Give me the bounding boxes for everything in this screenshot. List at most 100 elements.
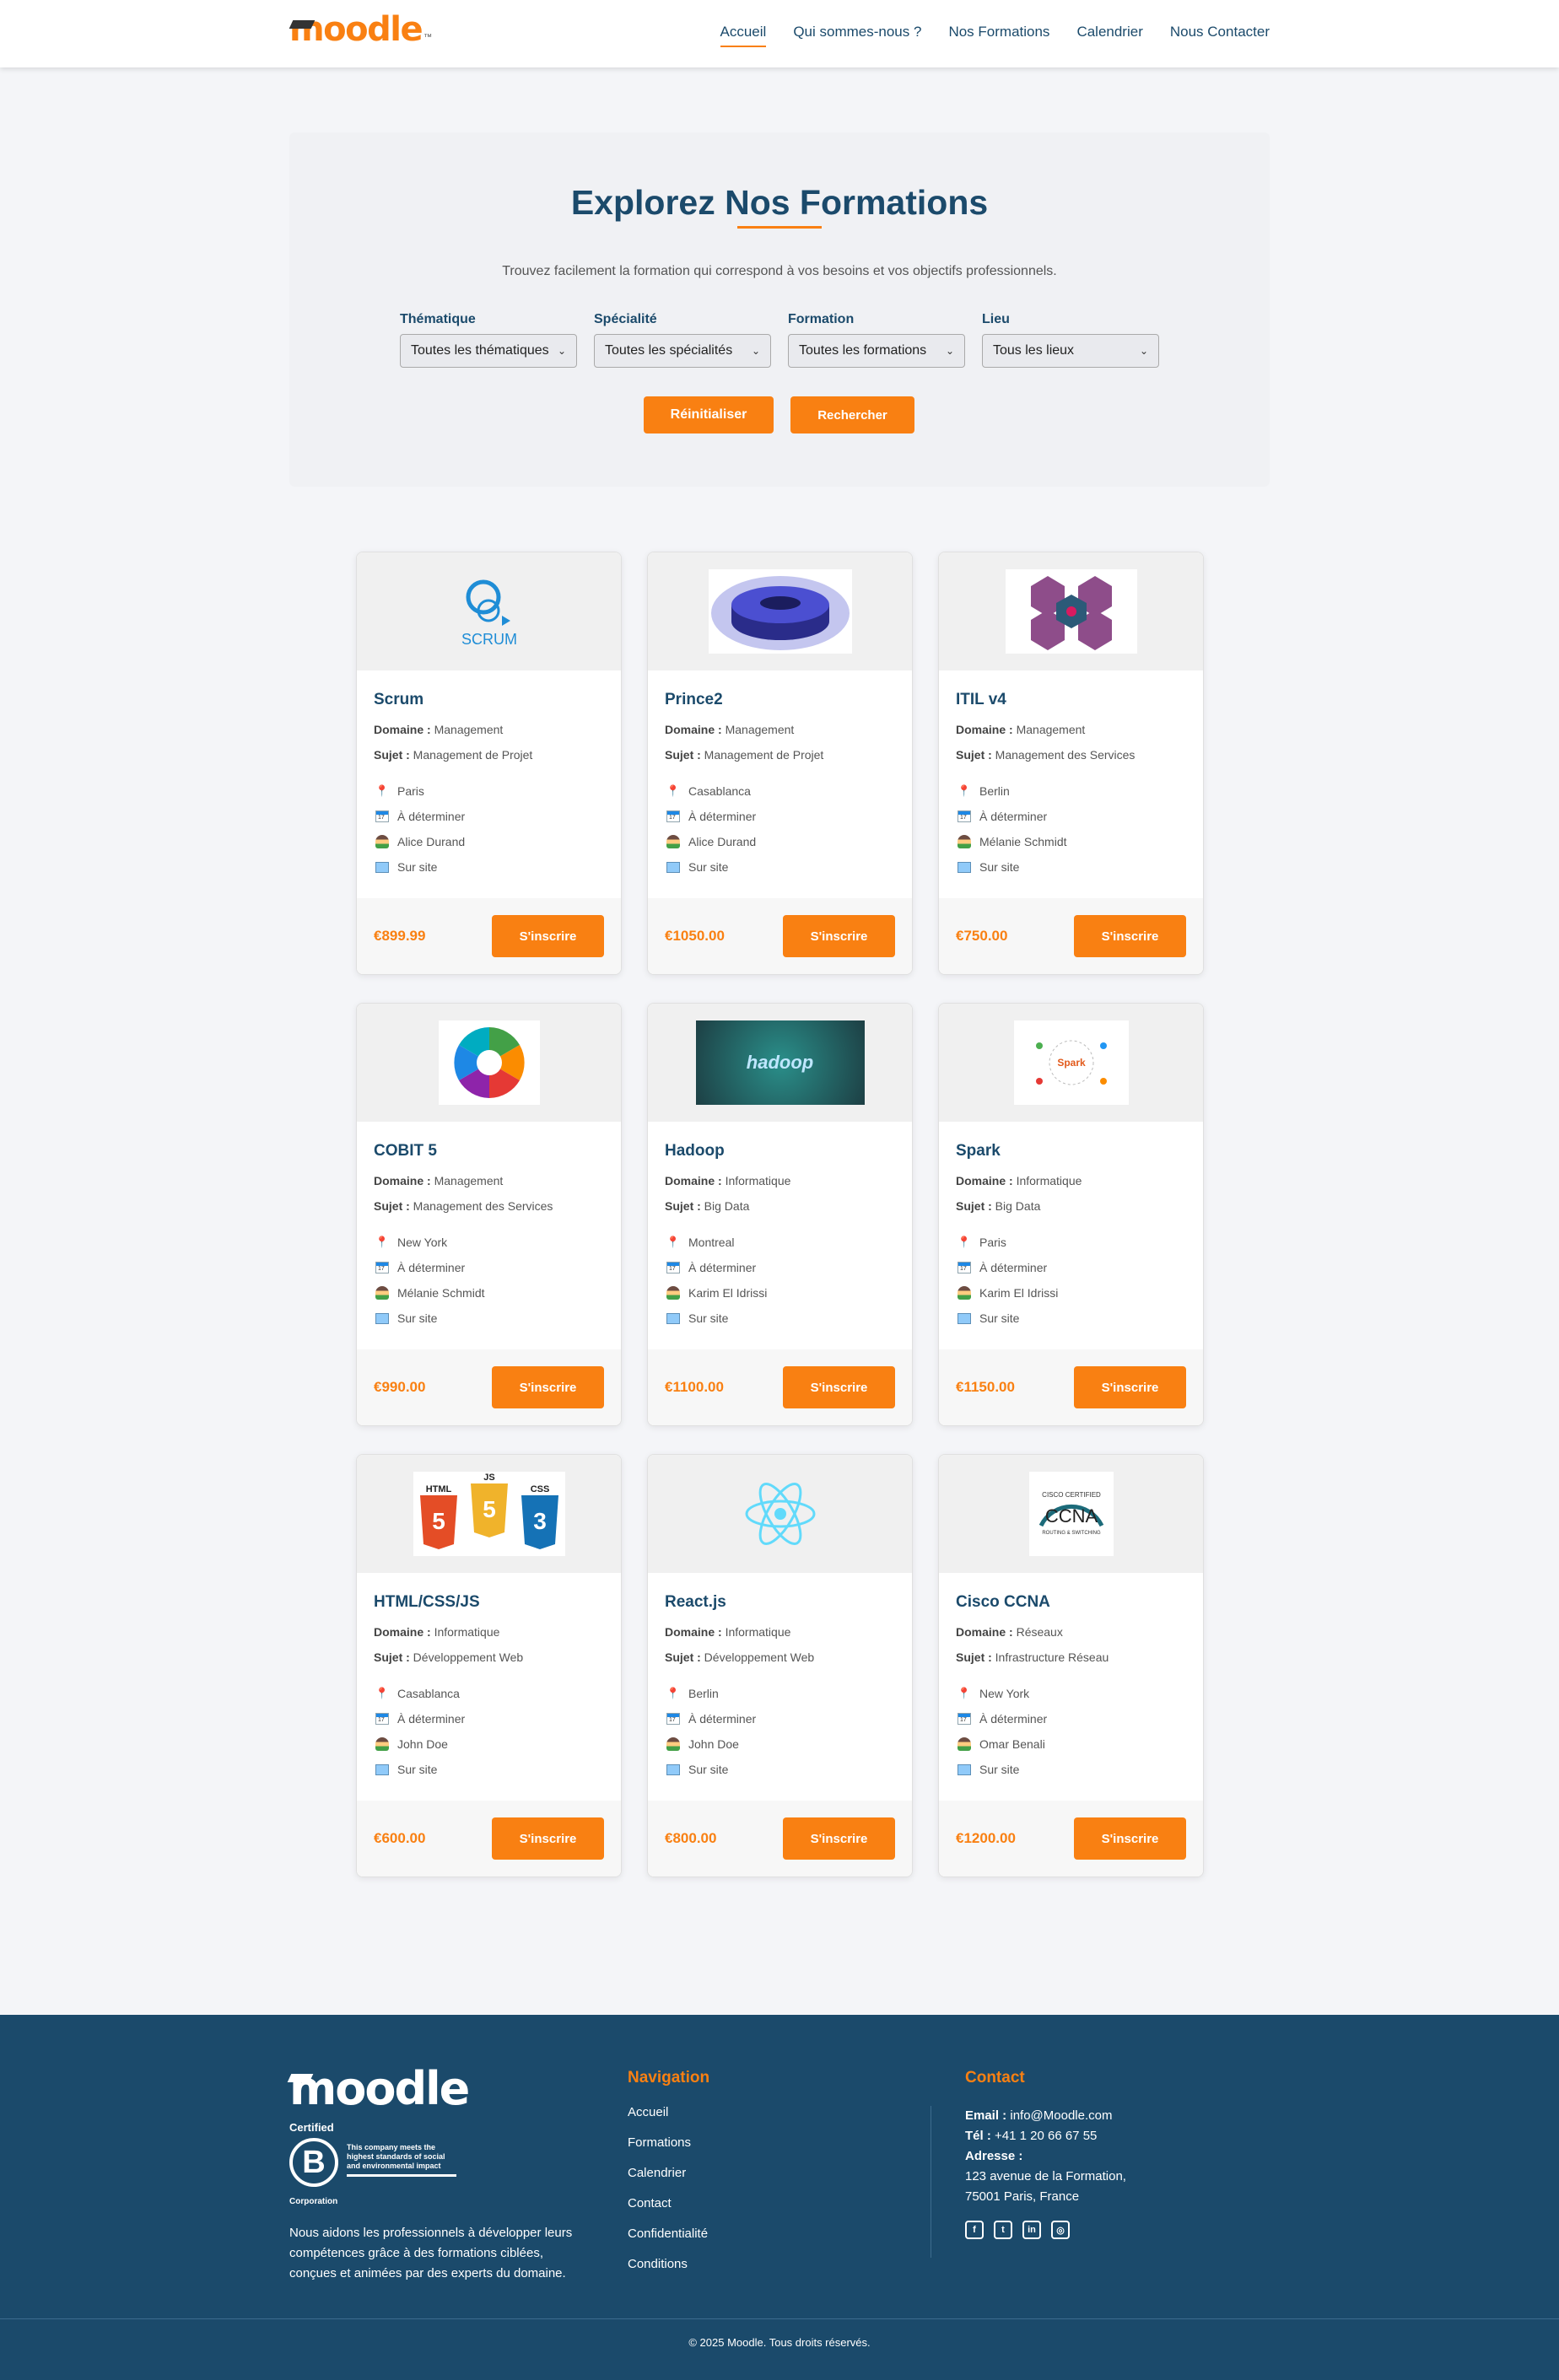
domain-value: Management xyxy=(1016,723,1086,736)
email-value[interactable]: info@Moodle.com xyxy=(1010,2108,1112,2123)
bcorp-logo: B xyxy=(289,2138,338,2187)
enroll-button[interactable]: S'inscrire xyxy=(1074,1366,1186,1408)
course-location: 📍 Montreal xyxy=(665,1230,895,1255)
filter-specialite: Spécialité Toutes les spécialités ⌄ xyxy=(594,312,771,368)
footer-link-accueil[interactable]: Accueil xyxy=(628,2104,709,2135)
social-links: f t in ◎ xyxy=(965,2221,1126,2239)
enroll-button[interactable]: S'inscrire xyxy=(1074,1817,1186,1860)
course-image: SCRUM xyxy=(357,552,621,670)
course-subject: Sujet : Développement Web xyxy=(665,1650,895,1666)
domain-label: Domaine : xyxy=(956,723,1013,736)
building-icon xyxy=(374,1311,391,1325)
location-pin-icon: 📍 xyxy=(957,1687,972,1699)
course-price: €800.00 xyxy=(665,1830,717,1846)
nav-nous-contacter[interactable]: Nous Contacter xyxy=(1170,24,1270,47)
calendar-icon xyxy=(374,810,391,823)
date-value: À déterminer xyxy=(979,1712,1048,1726)
domain-label: Domaine : xyxy=(665,1625,722,1639)
course-title[interactable]: Cisco CCNA xyxy=(956,1593,1186,1615)
specialite-select[interactable]: Toutes les spécialités ⌄ xyxy=(594,334,771,368)
reset-button[interactable]: Réinitialiser xyxy=(644,396,774,433)
enroll-button[interactable]: S'inscrire xyxy=(1074,915,1186,957)
cobit-wheel-image xyxy=(438,1020,540,1105)
subject-label: Sujet : xyxy=(665,1650,701,1664)
course-title[interactable]: React.js xyxy=(665,1593,895,1615)
thematique-select[interactable]: Toutes les thématiques ⌄ xyxy=(400,334,577,368)
calendar-icon xyxy=(665,810,682,823)
email-label: Email : xyxy=(965,2108,1007,2123)
enroll-button[interactable]: S'inscrire xyxy=(492,1366,604,1408)
enroll-button[interactable]: S'inscrire xyxy=(783,915,895,957)
domain-value: Management xyxy=(434,723,504,736)
twitter-icon[interactable]: t xyxy=(994,2221,1012,2239)
course-card: SCRUM Scrum Domaine : Management Sujet :… xyxy=(356,552,622,975)
filter-lieu: Lieu Tous les lieux ⌄ xyxy=(982,312,1159,368)
domain-label: Domaine : xyxy=(665,1174,722,1187)
ccna-logo-text: CCNA xyxy=(1044,1505,1098,1527)
filter-formation: Formation Toutes les formations ⌄ xyxy=(788,312,965,368)
subject-value: Big Data xyxy=(704,1199,750,1213)
formation-select[interactable]: Toutes les formations ⌄ xyxy=(788,334,965,368)
html-css-js-shields-image: 5 5 3 HTML JS CSS xyxy=(413,1472,565,1556)
teacher-icon xyxy=(665,1286,682,1300)
lieu-select[interactable]: Tous les lieux ⌄ xyxy=(982,334,1159,368)
course-trainer: Alice Durand xyxy=(665,829,895,854)
footer-link-conditions[interactable]: Conditions xyxy=(628,2256,709,2286)
course-title[interactable]: Spark xyxy=(956,1142,1186,1164)
course-title[interactable]: HTML/CSS/JS xyxy=(374,1593,604,1615)
nav-calendrier[interactable]: Calendrier xyxy=(1076,24,1142,47)
domain-value: Informatique xyxy=(725,1625,791,1639)
instagram-icon[interactable]: ◎ xyxy=(1051,2221,1070,2239)
card-footer: €800.00 S'inscrire xyxy=(648,1801,912,1877)
card-footer: €899.99 S'inscrire xyxy=(357,898,621,974)
filter-actions: Réinitialiser Rechercher xyxy=(644,396,914,433)
svg-text:3: 3 xyxy=(533,1508,547,1534)
course-mode: Sur site xyxy=(665,1757,895,1782)
course-mode: Sur site xyxy=(374,1757,604,1782)
enroll-button[interactable]: S'inscrire xyxy=(492,915,604,957)
footer-link-formations[interactable]: Formations xyxy=(628,2135,709,2165)
building-icon xyxy=(956,860,973,874)
footer-link-contact[interactable]: Contact xyxy=(628,2195,709,2226)
enroll-button[interactable]: S'inscrire xyxy=(783,1817,895,1860)
linkedin-icon[interactable]: in xyxy=(1022,2221,1041,2239)
nav-nos-formations[interactable]: Nos Formations xyxy=(948,24,1049,47)
course-mode: Sur site xyxy=(956,1757,1186,1782)
footer-separator xyxy=(0,2318,1559,2319)
trainer-value: John Doe xyxy=(397,1737,448,1751)
course-subject: Sujet : Développement Web xyxy=(374,1650,604,1666)
enroll-button[interactable]: S'inscrire xyxy=(492,1817,604,1860)
course-title[interactable]: Scrum xyxy=(374,691,604,713)
site-footer: moodle Certified B This company meets th… xyxy=(0,2015,1559,2380)
subject-label: Sujet : xyxy=(956,1650,992,1664)
footer-link-calendrier[interactable]: Calendrier xyxy=(628,2165,709,2195)
course-title[interactable]: ITIL v4 xyxy=(956,691,1186,713)
facebook-icon[interactable]: f xyxy=(965,2221,984,2239)
trainer-value: Omar Benali xyxy=(979,1737,1045,1751)
course-image: Spark xyxy=(939,1004,1203,1122)
course-title[interactable]: COBIT 5 xyxy=(374,1142,604,1164)
nav-qui-sommes-nous[interactable]: Qui sommes-nous ? xyxy=(793,24,921,47)
course-domain: Domaine : Management xyxy=(665,723,895,738)
copyright: © 2025 Moodle. Tous droits réservés. xyxy=(688,2336,871,2349)
location-pin-icon: 📍 xyxy=(375,784,390,797)
trainer-value: John Doe xyxy=(688,1737,739,1751)
subject-label: Sujet : xyxy=(956,748,992,762)
bcorp-certified: Certified xyxy=(289,2121,334,2134)
course-date: À déterminer xyxy=(374,1706,604,1731)
search-button[interactable]: Rechercher xyxy=(790,396,914,433)
moodle-logo[interactable]: moodle ™ xyxy=(289,10,432,49)
course-title[interactable]: Hadoop xyxy=(665,1142,895,1164)
nav-accueil[interactable]: Accueil xyxy=(720,24,767,47)
calendar-icon xyxy=(374,1261,391,1274)
course-title[interactable]: Prince2 xyxy=(665,691,895,713)
enroll-button[interactable]: S'inscrire xyxy=(783,1366,895,1408)
phone-label: Tél : xyxy=(965,2129,991,2143)
trainer-value: Alice Durand xyxy=(397,835,466,848)
footer-logo[interactable]: moodle xyxy=(289,2062,470,2115)
date-value: À déterminer xyxy=(688,810,757,823)
building-icon xyxy=(956,1763,973,1776)
footer-link-confidentialite[interactable]: Confidentialité xyxy=(628,2226,709,2256)
card-body: React.js Domaine : Informatique Sujet : … xyxy=(648,1593,912,1782)
subject-label: Sujet : xyxy=(956,1199,992,1213)
